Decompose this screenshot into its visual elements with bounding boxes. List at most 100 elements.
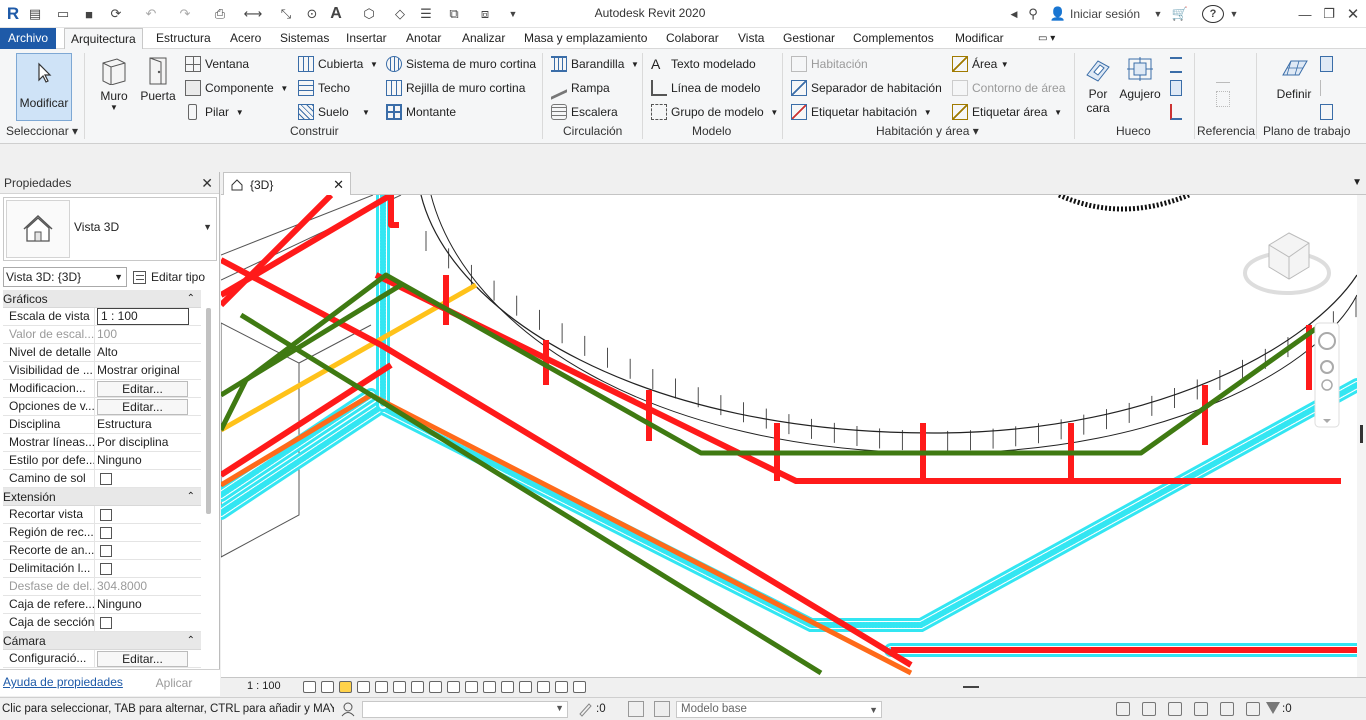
- recent-files-icon[interactable]: ▤: [26, 4, 44, 24]
- tab-architecture[interactable]: Arquitectura: [64, 28, 143, 50]
- binoculars-icon[interactable]: ⚲: [1022, 4, 1044, 24]
- floor-button[interactable]: Suelo ▼: [298, 104, 370, 120]
- property-checkbox[interactable]: [100, 527, 112, 539]
- tab-insert[interactable]: Insertar: [340, 28, 393, 49]
- mullion-button[interactable]: Montante: [386, 104, 456, 120]
- tag-room-button[interactable]: Etiquetar habitación ▼: [791, 104, 932, 120]
- thin-lines-icon[interactable]: ☰: [416, 4, 436, 24]
- view-scale-input[interactable]: 1 : 100: [97, 308, 189, 325]
- property-value[interactable]: Mostrar original: [96, 362, 201, 380]
- property-group[interactable]: Cámara ⌃: [3, 632, 201, 650]
- filter-icon[interactable]: [1266, 702, 1280, 714]
- edit-type-button[interactable]: Editar tipo: [133, 267, 205, 287]
- tab-analyze[interactable]: Analizar: [456, 28, 511, 49]
- roof-button[interactable]: Cubierta ▼: [298, 56, 378, 72]
- aligned-dimension-icon[interactable]: ⤡: [276, 4, 296, 24]
- undo-icon[interactable]: ↶: [138, 4, 164, 24]
- select-pinned-icon[interactable]: [1168, 702, 1182, 716]
- cart-icon[interactable]: 🛒: [1170, 4, 1190, 24]
- worksets-icon[interactable]: [340, 701, 356, 717]
- highlight-displacement-icon[interactable]: [537, 681, 550, 693]
- select-underlay-icon[interactable]: [1142, 702, 1156, 716]
- viewer-icon[interactable]: [1320, 104, 1337, 120]
- lock-view-icon[interactable]: [393, 681, 406, 693]
- close-properties-icon[interactable]: ✕: [201, 175, 213, 192]
- collapse-icon[interactable]: ⌃: [187, 632, 195, 650]
- temporary-view-properties-icon[interactable]: [501, 681, 514, 693]
- view-tabs-menu-icon[interactable]: ▼: [1352, 177, 1362, 188]
- revit-logo-icon[interactable]: R: [4, 4, 22, 24]
- view-scale[interactable]: 1 : 100: [247, 680, 281, 692]
- collapse-icon[interactable]: ⌃: [187, 290, 195, 308]
- property-checkbox[interactable]: [100, 617, 112, 629]
- property-checkbox[interactable]: [100, 509, 112, 521]
- wall-opening-icon[interactable]: [1170, 57, 1186, 73]
- tab-annotate[interactable]: Anotar: [400, 28, 447, 49]
- opening-by-face-button[interactable]: Por cara: [1082, 55, 1114, 115]
- redo-icon[interactable]: ↷: [172, 4, 198, 24]
- temporary-hide-icon[interactable]: [465, 681, 478, 693]
- detail-level-icon[interactable]: [303, 681, 316, 693]
- property-value[interactable]: [96, 542, 201, 560]
- property-value[interactable]: Estructura: [96, 416, 201, 434]
- properties-help-link[interactable]: Ayuda de propiedades: [3, 675, 123, 689]
- area-boundary-button[interactable]: Contorno de área: [952, 80, 1065, 96]
- active-workset-field[interactable]: ▼: [362, 701, 568, 718]
- tab-collaborate[interactable]: Colaborar: [660, 28, 725, 49]
- constraints-icon[interactable]: [555, 681, 568, 693]
- tab-massing[interactable]: Masa y emplazamiento: [518, 28, 653, 49]
- property-value[interactable]: [96, 506, 201, 524]
- type-dropdown-icon[interactable]: ▼: [203, 222, 212, 232]
- tab-systems[interactable]: Sistemas: [274, 28, 335, 49]
- minimize-button[interactable]: —: [1296, 4, 1314, 24]
- ribbon-toggle-icon[interactable]: ▭ ▾: [1032, 28, 1061, 49]
- model-text-button[interactable]: A Texto modelado: [651, 56, 756, 72]
- curtain-grid-button[interactable]: Rejilla de muro cortina: [386, 80, 525, 96]
- property-group[interactable]: Extensión ⌃: [3, 488, 201, 506]
- door-button[interactable]: Puerta: [140, 55, 176, 103]
- close-hidden-icon[interactable]: ⧉: [444, 4, 464, 24]
- property-checkbox[interactable]: [100, 563, 112, 575]
- property-checkbox[interactable]: [100, 473, 112, 485]
- help-icon[interactable]: ?: [1202, 5, 1224, 23]
- modify-button[interactable]: Modificar: [16, 53, 72, 121]
- sun-path-icon[interactable]: [339, 681, 352, 693]
- render-icon[interactable]: [375, 681, 388, 693]
- set-workplane-button[interactable]: Definir: [1272, 55, 1316, 101]
- window-button[interactable]: Ventana: [185, 56, 249, 72]
- grid-icon[interactable]: [1216, 91, 1234, 107]
- wall-button[interactable]: Muro ▼: [96, 55, 132, 112]
- ramp-button[interactable]: Rampa: [551, 76, 610, 100]
- instance-selector[interactable]: Vista 3D: {3D} ▼: [3, 267, 127, 287]
- text-icon[interactable]: A: [326, 4, 346, 24]
- open-icon[interactable]: ▭: [54, 4, 72, 24]
- restore-button[interactable]: ❐: [1318, 4, 1340, 24]
- measure-icon[interactable]: ⟷: [240, 4, 266, 24]
- 3d-view-icon[interactable]: ⬡: [356, 4, 382, 24]
- property-value[interactable]: [96, 560, 201, 578]
- property-value[interactable]: [96, 470, 201, 488]
- ref-plane-icon[interactable]: [1320, 80, 1337, 96]
- apply-button[interactable]: Aplicar: [130, 673, 218, 693]
- tab-steel[interactable]: Acero: [224, 28, 267, 49]
- select-links-icon[interactable]: [1116, 702, 1130, 716]
- property-value[interactable]: 1 : 100: [96, 308, 201, 326]
- help-dropdown-icon[interactable]: ▼: [1228, 4, 1240, 24]
- editable-icon[interactable]: [578, 701, 592, 717]
- drag-elements-icon[interactable]: [1220, 702, 1234, 716]
- property-value[interactable]: [96, 614, 201, 632]
- design-option-field[interactable]: Modelo base ▼: [676, 701, 882, 718]
- close-button[interactable]: ✕: [1342, 4, 1364, 24]
- property-group[interactable]: Gráficos ⌃: [3, 290, 201, 308]
- railing-button[interactable]: Barandilla ▼: [551, 56, 639, 72]
- property-value[interactable]: Editar...: [96, 380, 201, 398]
- save-icon[interactable]: ■: [80, 4, 98, 24]
- sign-in-dropdown-icon[interactable]: ▼: [1152, 4, 1164, 24]
- component-button[interactable]: Componente ▼: [185, 80, 288, 96]
- shadows-icon[interactable]: [357, 681, 370, 693]
- tab-addins[interactable]: Complementos: [847, 28, 940, 49]
- collapse-icon[interactable]: ⌃: [187, 488, 195, 506]
- room-separator-button[interactable]: Separador de habitación: [791, 80, 942, 96]
- room-button[interactable]: Habitación: [791, 56, 868, 72]
- sign-in-link[interactable]: Iniciar sesión: [1070, 4, 1144, 24]
